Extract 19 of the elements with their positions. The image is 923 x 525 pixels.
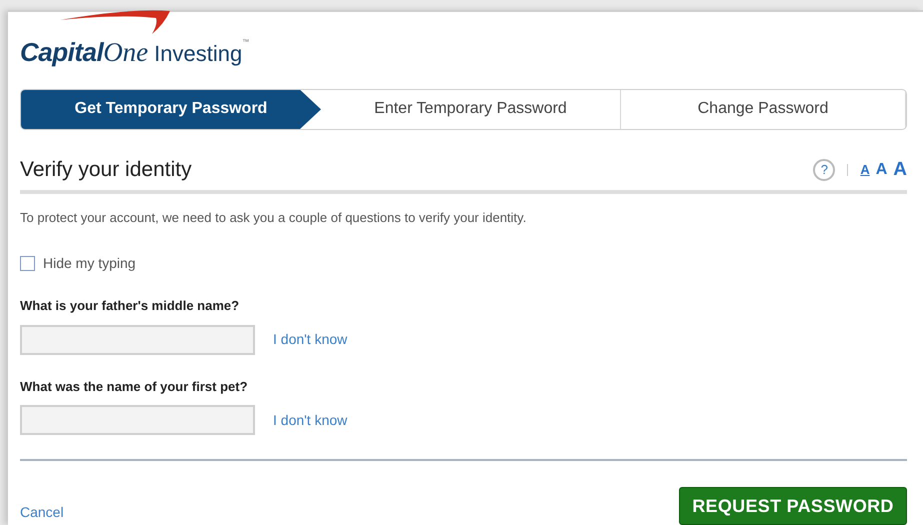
text-size-link[interactable]: A <box>893 156 907 184</box>
step-tab[interactable]: Change Password <box>621 90 906 129</box>
question-label: What is your father's middle name? <box>20 297 240 315</box>
intro-text: To protect your account, we need to ask you a couple of questions to verify your identity. <box>20 208 528 227</box>
product-name: Investing <box>154 40 242 68</box>
text-size-link[interactable]: A <box>876 158 888 182</box>
logo-text: Capital <box>20 36 104 70</box>
request-password-button[interactable]: REQUEST PASSWORD <box>679 487 907 525</box>
logo-text: One <box>103 36 148 70</box>
section-heading: Verify your identity <box>20 157 192 183</box>
cancel-link[interactable]: Cancel <box>20 502 64 522</box>
dont-know-link[interactable]: I don't know <box>273 410 348 430</box>
checkbox-label: Hide my typing <box>43 254 136 273</box>
step-tab[interactable]: Enter Temporary Password <box>321 90 621 129</box>
dont-know-link[interactable]: I don't know <box>273 329 348 350</box>
step-tab[interactable]: Get Temporary Password <box>21 90 321 129</box>
question-label: What was the name of your first pet? <box>20 378 249 396</box>
text-size-link[interactable]: A <box>860 160 870 180</box>
help-icon[interactable]: ? <box>813 158 836 181</box>
